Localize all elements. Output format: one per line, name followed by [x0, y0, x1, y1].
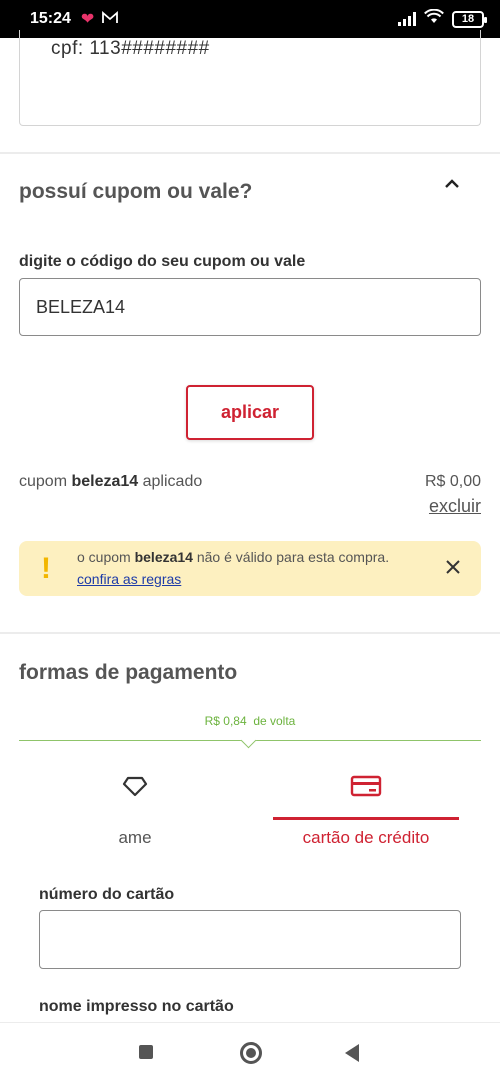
tab-ame[interactable]: ame: [19, 760, 251, 852]
cpf-text: cpf: 113########: [51, 38, 210, 59]
remove-coupon-link[interactable]: excluir: [429, 496, 481, 517]
close-icon[interactable]: [443, 557, 463, 577]
coupon-field-label: digite o código do seu cupom ou vale: [19, 253, 306, 270]
cashback-info: R$ 0,84 de volta: [0, 714, 500, 728]
alert-message: o cupom beleza14 não é válido para esta …: [77, 549, 389, 565]
alert-suffix: não é válido para esta compra.: [192, 549, 390, 565]
wifi-icon: [424, 8, 444, 29]
signal-icon: [398, 12, 416, 26]
cashback-pointer: [240, 732, 257, 749]
battery-level: 18: [461, 13, 475, 25]
alert-prefix: o cupom: [77, 549, 135, 565]
tab-credit-card[interactable]: cartão de crédito: [273, 760, 459, 852]
card-number-label: número do cartão: [39, 886, 175, 903]
recent-apps-button[interactable]: [139, 1045, 153, 1059]
heart-icon: ❤: [80, 11, 95, 28]
status-time: 15:24: [30, 10, 71, 27]
back-button[interactable]: [345, 1044, 359, 1062]
name-on-card-label: nome impresso no cartão: [39, 998, 234, 1015]
applied-code: beleza14: [71, 473, 139, 490]
battery-icon: 18: [452, 10, 487, 28]
cashback-label: de volta: [253, 714, 296, 728]
section-divider: [0, 632, 500, 634]
apply-coupon-button[interactable]: aplicar: [186, 385, 314, 440]
applied-prefix: cupom: [19, 473, 72, 490]
coupon-invalid-alert: ! o cupom beleza14 não é válido para est…: [19, 541, 481, 596]
gmail-icon: [102, 10, 119, 28]
home-button[interactable]: [240, 1042, 262, 1064]
coupon-section-title: possuí cupom ou vale?: [19, 180, 253, 203]
chevron-up-icon[interactable]: [440, 172, 464, 196]
cashback-value: R$ 0,84: [204, 714, 247, 728]
tab-credit-card-label: cartão de crédito: [302, 828, 430, 847]
coupon-input[interactable]: [19, 278, 481, 336]
ame-heart-icon: [122, 776, 148, 797]
tab-ame-label: ame: [118, 828, 152, 847]
warning-icon: !: [41, 552, 51, 585]
payment-section-title: formas de pagamento: [19, 661, 238, 684]
applied-coupon-text: cupom beleza14 aplicado: [19, 473, 202, 491]
rules-link[interactable]: confira as regras: [77, 571, 181, 587]
alert-code: beleza14: [134, 549, 193, 565]
section-divider: [0, 152, 500, 154]
credit-card-icon: [350, 775, 382, 797]
applied-suffix: aplicado: [138, 473, 203, 490]
applied-coupon-value: R$ 0,00: [424, 473, 481, 490]
system-nav-bar: [0, 1022, 500, 1082]
card-number-input[interactable]: [39, 910, 461, 969]
selected-tab-indicator: [273, 817, 459, 820]
